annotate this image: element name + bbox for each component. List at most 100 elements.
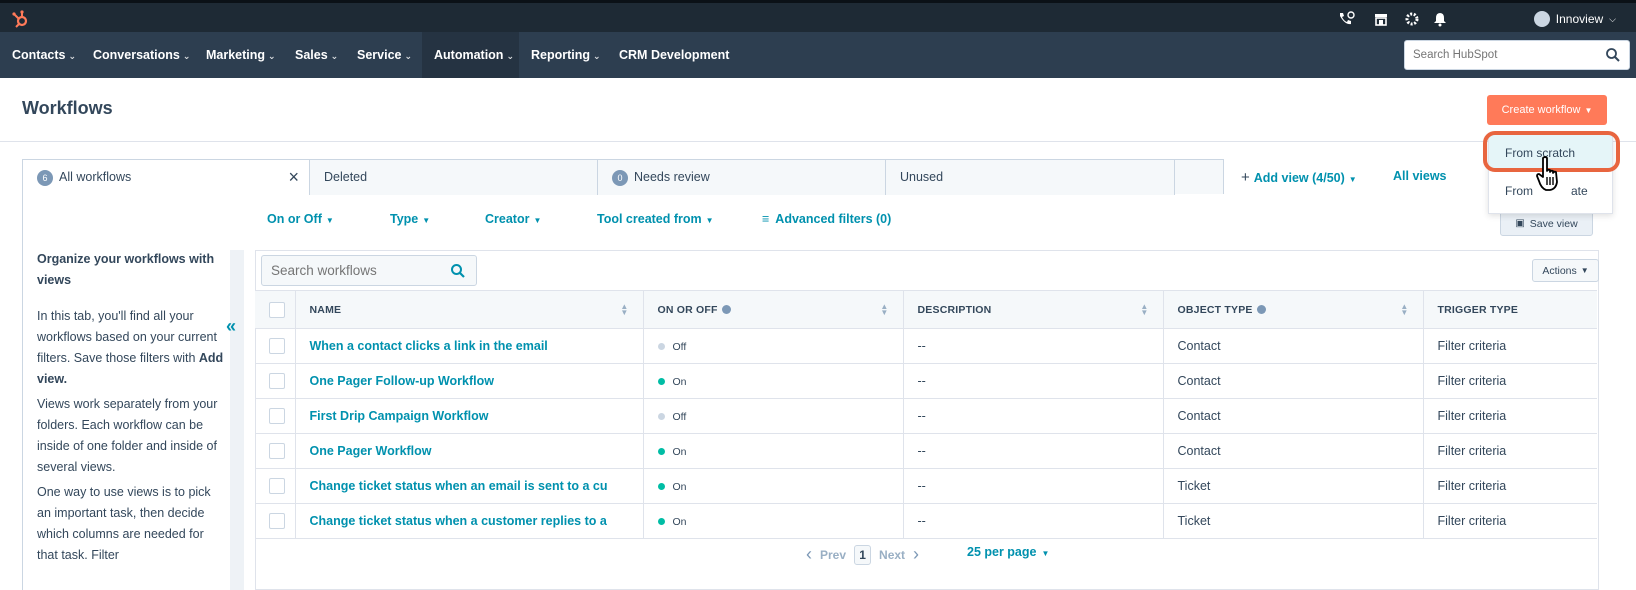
- row-checkbox[interactable]: [269, 408, 285, 424]
- views-help-sidebar: Organize your workflows with views In th…: [22, 194, 244, 590]
- status-dot: [657, 483, 665, 491]
- nav-crm-development[interactable]: CRM Development: [607, 32, 741, 78]
- avatar: [1533, 11, 1550, 27]
- caret-down-icon: ▼: [533, 216, 542, 225]
- sort-icon[interactable]: ▲ ▼: [1140, 303, 1148, 317]
- chevron-down-icon: ⌄: [268, 51, 276, 61]
- search-workflows-input[interactable]: [262, 256, 442, 285]
- column-label: TRIGGER TYPE: [1437, 303, 1519, 316]
- hand-cursor-icon: [1536, 156, 1558, 191]
- filter-on-off[interactable]: On or Off ▼: [267, 212, 334, 226]
- row-checkbox[interactable]: [269, 513, 285, 529]
- row-select-cell: [255, 328, 296, 364]
- table-row[interactable]: When a contact clicks a link in the emai…: [255, 328, 1597, 364]
- sort-icon[interactable]: ▲ ▼: [1400, 303, 1408, 317]
- nav-reporting[interactable]: Reporting ⌄: [519, 32, 613, 78]
- table-row[interactable]: One Pager Follow-up Workflow On -- Contact F…: [255, 363, 1597, 399]
- chevron-down-icon: ⌄: [404, 51, 413, 61]
- chevron-left-icon[interactable]: ‹: [806, 544, 812, 565]
- row-checkbox[interactable]: [269, 373, 285, 389]
- row-checkbox[interactable]: [269, 338, 285, 354]
- column-header-trigger-type[interactable]: TRIGGER TYPE: [1423, 290, 1597, 329]
- workflow-name-link[interactable]: One Pager Workflow: [295, 433, 644, 469]
- settings-gear-icon[interactable]: [1404, 11, 1420, 27]
- column-header-object-type[interactable]: OBJECT TYPE ▲ ▼: [1163, 290, 1424, 329]
- column-header-on-off[interactable]: ON OR OFF ▲ ▼: [643, 290, 904, 329]
- sort-icon[interactable]: ▲ ▼: [620, 303, 628, 317]
- tab-unused[interactable]: Unused: [886, 160, 1175, 195]
- status-cell: On: [643, 503, 904, 539]
- caret-down-icon: ▼: [1584, 105, 1593, 115]
- caret-down-icon: ▼: [1348, 175, 1357, 184]
- tab-needs-review[interactable]: 0 Needs review: [598, 160, 886, 195]
- description-cell: --: [903, 503, 1164, 539]
- filter-type[interactable]: Type ▼: [390, 212, 430, 226]
- nav-label: Contacts: [12, 48, 66, 62]
- global-search[interactable]: [1404, 40, 1630, 70]
- workflow-name-link[interactable]: One Pager Follow-up Workflow: [295, 363, 644, 399]
- all-views-link[interactable]: All views: [1393, 169, 1447, 183]
- column-label: DESCRIPTION: [917, 303, 992, 316]
- hubspot-logo-icon[interactable]: [10, 9, 30, 29]
- marketplace-icon[interactable]: [1373, 11, 1389, 27]
- tab-all-workflows[interactable]: 6 All workflows ×: [23, 160, 310, 195]
- caret-down-icon: ▼: [422, 216, 431, 225]
- table-row[interactable]: Change ticket status when an email is se…: [255, 468, 1597, 504]
- add-view-button[interactable]: + Add view (4/50) ▼: [1241, 169, 1357, 186]
- nav-marketing[interactable]: Marketing ⌄: [194, 32, 288, 78]
- search-icon[interactable]: [450, 263, 466, 279]
- tab-deleted[interactable]: Deleted: [310, 160, 598, 195]
- search-icon[interactable]: [1605, 47, 1621, 63]
- tab-label: Unused: [900, 170, 944, 184]
- nav-sales[interactable]: Sales ⌄: [283, 32, 350, 78]
- filter-tool-created-from[interactable]: Tool created from ▼: [597, 212, 714, 226]
- select-all-checkbox[interactable]: [269, 301, 285, 318]
- row-checkbox[interactable]: [269, 443, 285, 459]
- row-select-cell: [255, 468, 296, 504]
- phone-icon[interactable]: [1337, 11, 1355, 27]
- nav-conversations[interactable]: Conversations ⌄: [81, 32, 202, 78]
- search-workflows[interactable]: [261, 255, 477, 286]
- actions-button[interactable]: Actions ▼: [1532, 259, 1599, 282]
- per-page-select[interactable]: 25 per page ▼: [967, 545, 1049, 559]
- nav-automation[interactable]: Automation ⌄: [422, 32, 519, 78]
- trigger-type-cell: Filter criteria: [1423, 398, 1597, 434]
- nav-label: Service: [357, 48, 402, 62]
- workflow-name-link[interactable]: When a contact clicks a link in the emai…: [295, 328, 644, 364]
- column-header-name[interactable]: NAME ▲ ▼: [295, 290, 644, 329]
- add-view-label: Add view (4/50): [1253, 171, 1345, 185]
- save-view-button[interactable]: ▣ Save view: [1500, 211, 1593, 236]
- table-row[interactable]: Change ticket status when a customer rep…: [255, 503, 1597, 539]
- filter-creator[interactable]: Creator ▼: [485, 212, 541, 226]
- global-search-input[interactable]: [1405, 41, 1595, 69]
- collapse-sidebar-icon[interactable]: «: [226, 316, 236, 337]
- chevron-right-icon[interactable]: ›: [913, 544, 919, 565]
- notifications-bell-icon[interactable]: [1432, 11, 1448, 27]
- next-page-button[interactable]: Next: [879, 548, 905, 562]
- create-workflow-button[interactable]: Create workflow ▼: [1487, 95, 1607, 125]
- info-icon[interactable]: [1256, 305, 1266, 315]
- plus-icon: +: [1241, 169, 1250, 186]
- nav-contacts[interactable]: Contacts ⌄: [0, 32, 88, 78]
- row-checkbox[interactable]: [269, 478, 285, 494]
- nav-service[interactable]: Service ⌄: [345, 32, 424, 78]
- current-page[interactable]: 1: [854, 544, 872, 565]
- close-icon[interactable]: ×: [288, 160, 299, 195]
- table-row[interactable]: First Drip Campaign Workflow Off -- Contact…: [255, 398, 1597, 434]
- status-label: On: [672, 446, 687, 458]
- chevron-down-icon: ⌄: [330, 51, 339, 61]
- description-cell: --: [903, 363, 1164, 399]
- column-label: OBJECT TYPE: [1177, 303, 1253, 316]
- create-workflow-label: Create workflow: [1501, 104, 1581, 116]
- prev-page-button[interactable]: Prev: [820, 548, 846, 562]
- advanced-filters-button[interactable]: ≡ Advanced filters (0): [762, 212, 891, 226]
- sort-icon[interactable]: ▲ ▼: [880, 303, 888, 317]
- account-menu[interactable]: Innoview ⌵: [1533, 11, 1616, 27]
- workflow-name-link[interactable]: Change ticket status when an email is se…: [295, 468, 644, 504]
- workflow-name-link[interactable]: Change ticket status when a customer rep…: [295, 503, 644, 539]
- table-row[interactable]: One Pager Workflow On -- Contact Filter crit…: [255, 433, 1597, 469]
- description-cell: --: [903, 328, 1164, 364]
- info-icon[interactable]: [721, 305, 731, 315]
- workflow-name-link[interactable]: First Drip Campaign Workflow: [295, 398, 644, 434]
- column-header-description[interactable]: DESCRIPTION ▲ ▼: [903, 290, 1164, 329]
